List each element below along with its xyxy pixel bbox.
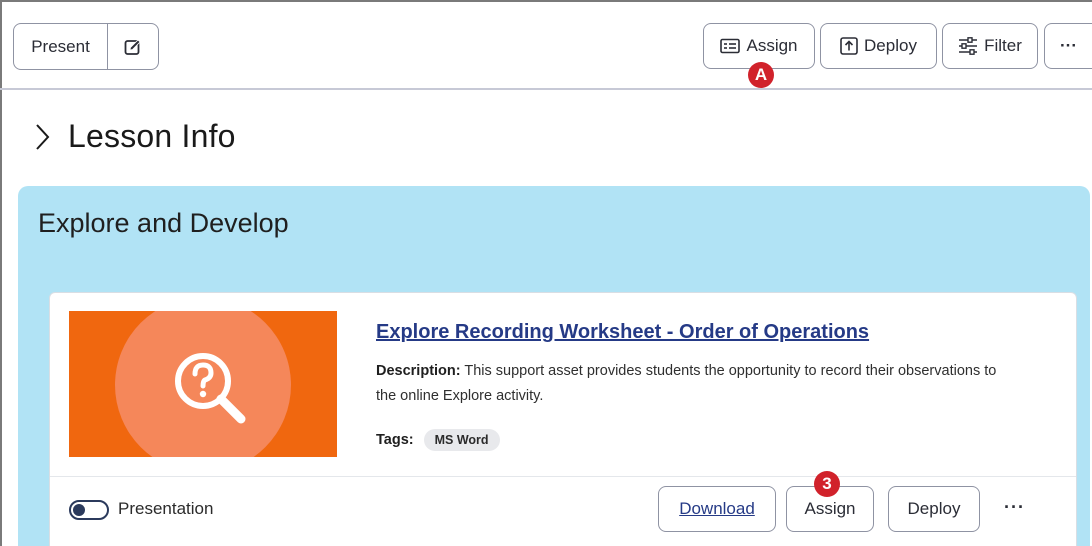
download-button[interactable]: Download — [658, 486, 776, 532]
callout-badge-a: A — [748, 62, 774, 88]
explore-develop-section: Explore and Develop Explore Recording Wo… — [18, 186, 1090, 546]
filter-sliders-icon — [959, 37, 978, 55]
assign-button-label: Assign — [746, 36, 798, 55]
description-label: Description: — [376, 363, 461, 379]
tags-label: Tags: — [376, 432, 414, 448]
asset-tags: Tags: MS Word — [376, 429, 500, 451]
more-options-button[interactable]: ··· — [1044, 23, 1092, 69]
top-toolbar: Present Assign A Deploy Filter ··· — [0, 0, 1092, 90]
section-title: Explore and Develop — [38, 208, 289, 238]
chevron-right-icon — [36, 123, 50, 150]
card-divider — [50, 476, 1076, 477]
description-text: This support asset provides students the… — [376, 363, 997, 404]
upload-icon — [840, 37, 858, 55]
lesson-info-title: Lesson Info — [68, 118, 236, 154]
edit-icon — [124, 38, 141, 55]
card-deploy-button[interactable]: Deploy — [888, 486, 980, 532]
present-button-group: Present — [13, 23, 159, 70]
more-icon: ··· — [1060, 36, 1077, 55]
present-button[interactable]: Present — [14, 24, 108, 69]
asset-card: Explore Recording Worksheet - Order of O… — [49, 292, 1077, 546]
callout-badge-3: 3 — [814, 471, 840, 497]
assign-icon — [720, 38, 741, 54]
asset-description: Description: This support asset provides… — [376, 359, 1016, 409]
lesson-info-toggle[interactable]: Lesson Info — [34, 118, 236, 155]
card-more-button[interactable]: ··· — [1004, 497, 1025, 518]
deploy-button[interactable]: Deploy — [820, 23, 937, 69]
filter-button-label: Filter — [984, 36, 1022, 55]
edit-button[interactable] — [108, 24, 158, 69]
presentation-toggle[interactable] — [69, 500, 109, 520]
presentation-toggle-label: Presentation — [118, 499, 214, 518]
asset-title-link[interactable]: Explore Recording Worksheet - Order of O… — [376, 321, 869, 344]
asset-thumbnail[interactable] — [69, 311, 337, 457]
tag-chip[interactable]: MS Word — [423, 429, 500, 451]
toggle-knob — [73, 504, 85, 516]
deploy-button-label: Deploy — [864, 36, 917, 55]
filter-button[interactable]: Filter — [942, 23, 1038, 69]
search-question-icon — [175, 353, 246, 424]
